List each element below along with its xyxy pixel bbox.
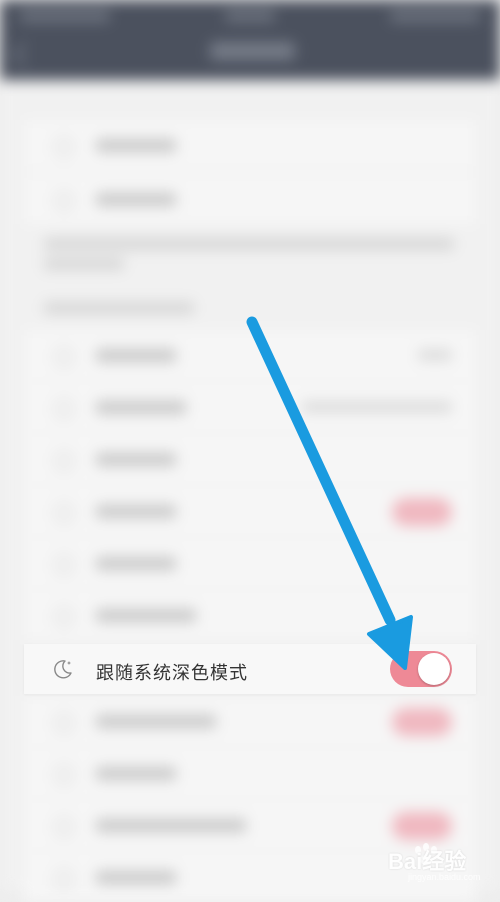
watermark-url: jingyan.baidu.com [408, 872, 481, 882]
annotation-arrow [246, 316, 413, 670]
